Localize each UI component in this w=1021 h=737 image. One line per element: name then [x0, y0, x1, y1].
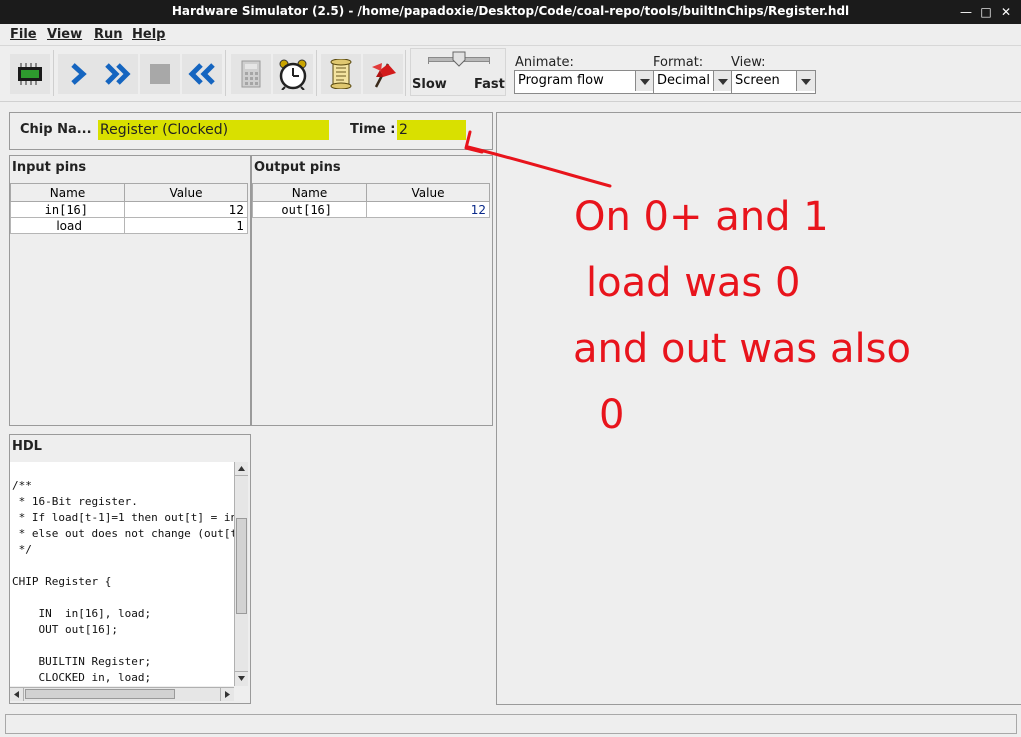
annotation-line: 0	[599, 392, 624, 438]
annotation-line: and out was also	[573, 326, 911, 372]
handwritten-annotation: On 0+ and 1 load was 0 and out was also …	[464, 130, 911, 438]
annotation-arrow	[466, 145, 612, 188]
annotation-line: On 0+ and 1	[574, 194, 829, 240]
annotation-line: load was 0	[586, 260, 800, 306]
